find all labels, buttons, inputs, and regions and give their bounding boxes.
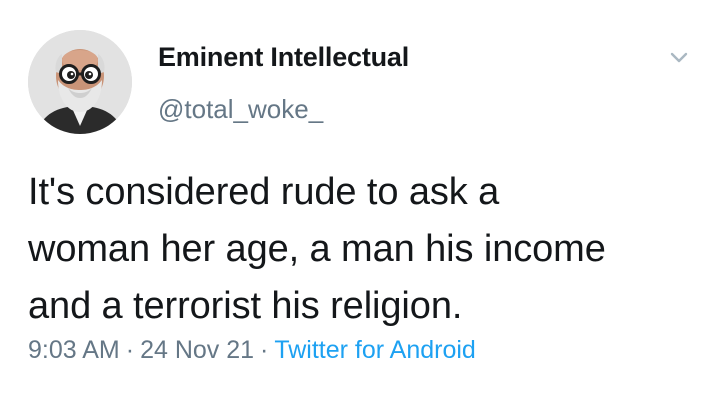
tweet-text-line: and a terrorist his religion.	[28, 285, 463, 327]
chevron-down-icon[interactable]	[666, 44, 692, 70]
avatar[interactable]	[28, 30, 132, 134]
avatar-portrait-image	[28, 30, 132, 134]
tweet-text: It's considered rude to ask a woman her …	[28, 164, 708, 335]
tweet-text-line: woman her age, a man his income	[28, 228, 606, 270]
meta-separator: ·	[260, 336, 269, 364]
display-name[interactable]: Eminent Intellectual	[158, 42, 409, 73]
tweet-text-line: It's considered rude to ask a	[28, 171, 500, 213]
tweet-source-link[interactable]: Twitter for Android	[274, 336, 475, 364]
user-handle[interactable]: @total_woke_	[158, 94, 323, 125]
tweet-date[interactable]: 24 Nov 21	[140, 336, 254, 364]
meta-separator: ·	[125, 336, 135, 364]
tweet-time[interactable]: 9:03 AM	[28, 336, 120, 364]
tweet-metadata: 9:03 AM · 24 Nov 21 · Twitter for Android	[28, 336, 476, 365]
tweet-card: Eminent Intellectual @total_woke_ It's c…	[0, 0, 720, 402]
